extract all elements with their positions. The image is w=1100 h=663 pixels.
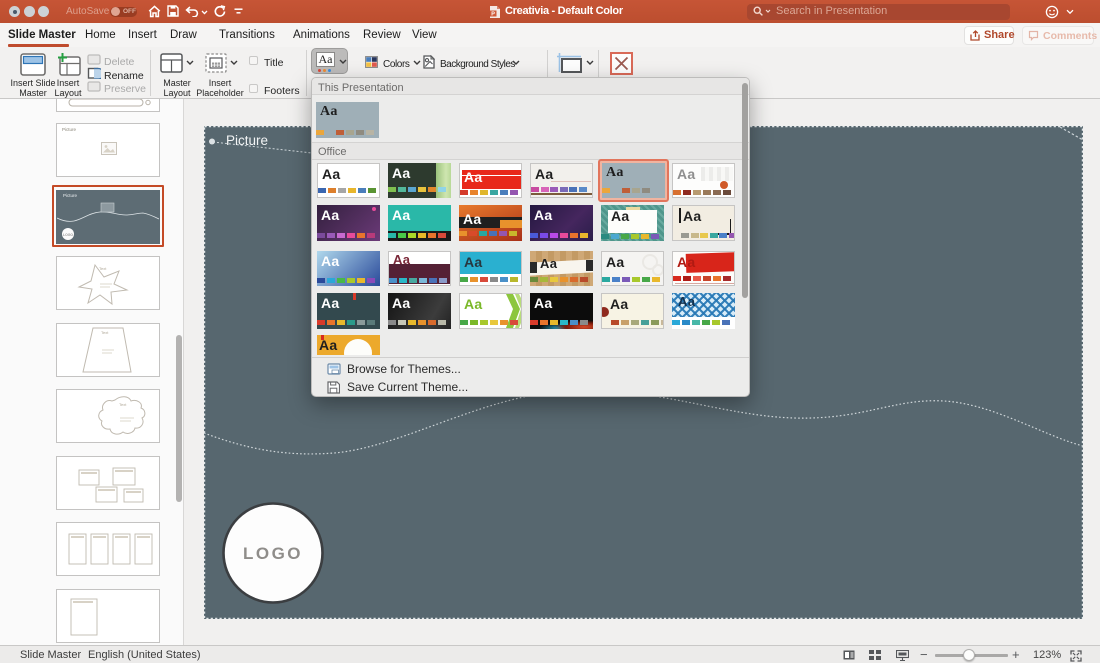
svg-text:Text: Text bbox=[119, 402, 127, 407]
svg-text:LOGO: LOGO bbox=[243, 544, 303, 563]
svg-text:Picture: Picture bbox=[226, 133, 268, 148]
svg-text:Text: Text bbox=[99, 266, 107, 271]
svg-text:P: P bbox=[491, 11, 495, 17]
svg-text:Text: Text bbox=[101, 330, 109, 335]
svg-text:Picture: Picture bbox=[63, 193, 78, 198]
svg-text:LOGO: LOGO bbox=[63, 232, 73, 236]
